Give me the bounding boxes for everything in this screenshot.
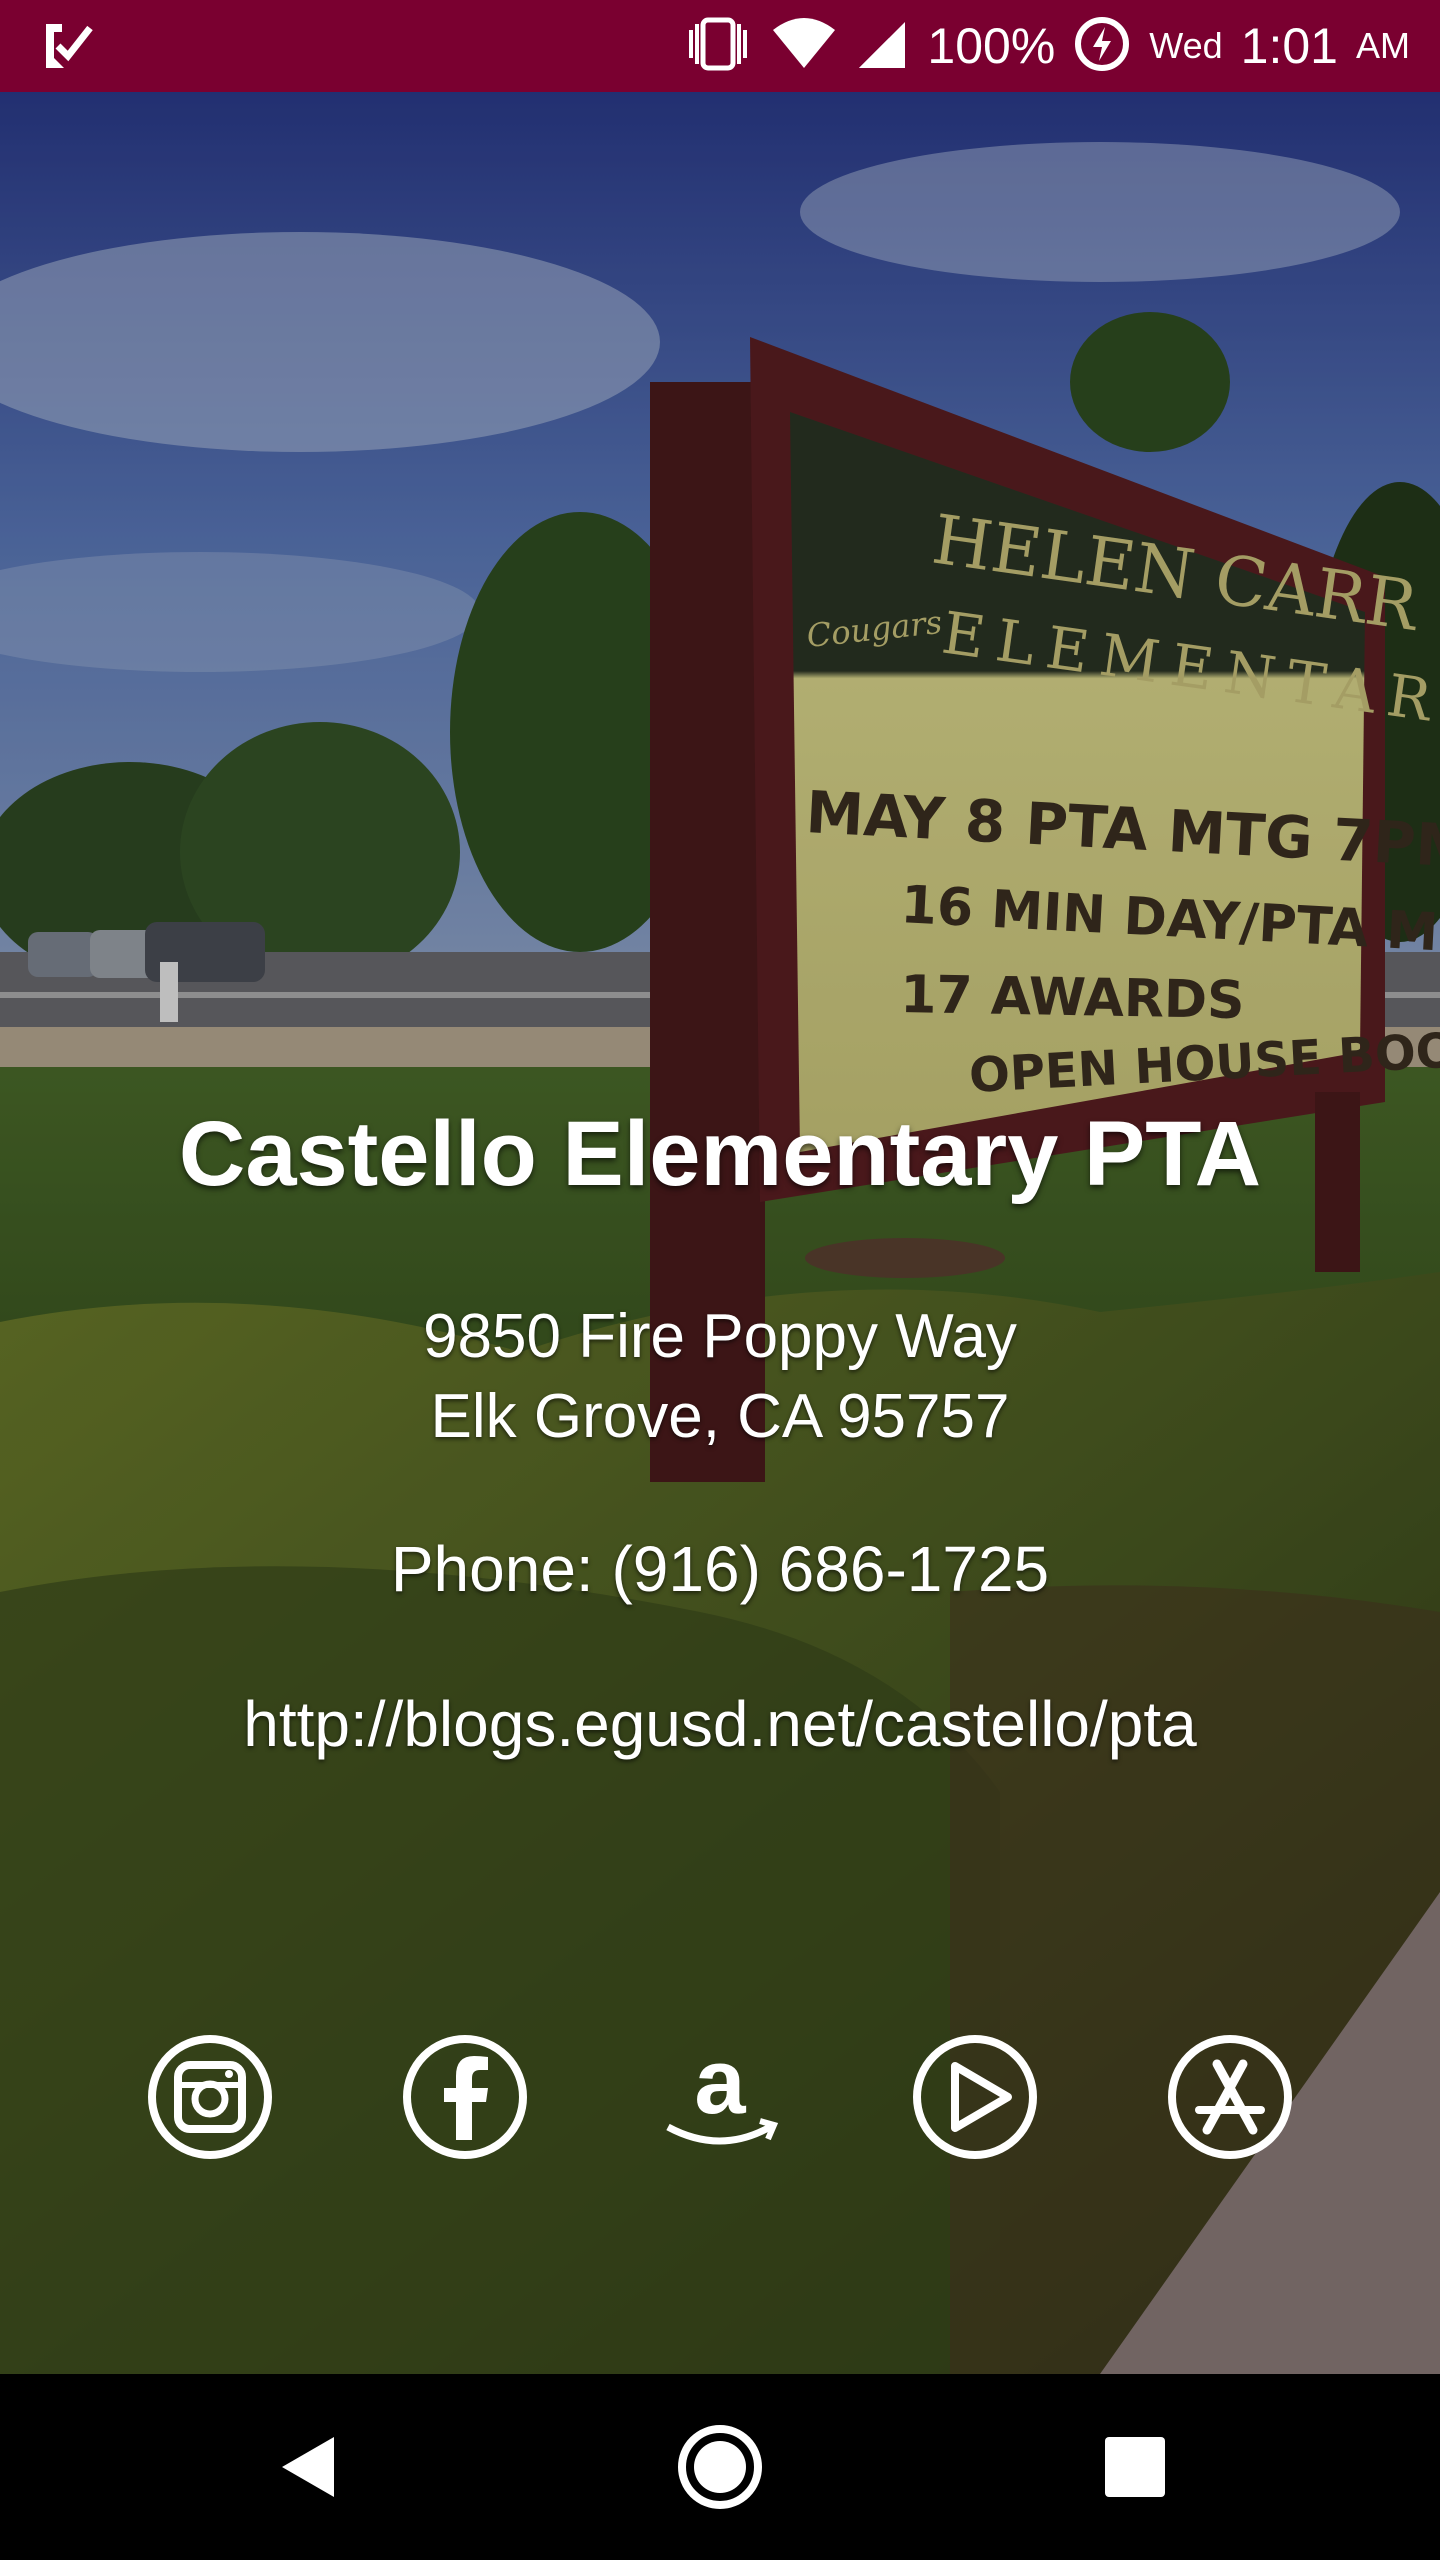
back-icon [282, 2437, 334, 2497]
svg-text:a: a [694, 2031, 746, 2133]
phone-number[interactable]: Phone: (916) 686-1725 [0, 1532, 1440, 1606]
page-title: Castello Elementary PTA [178, 1103, 1262, 1205]
back-button[interactable] [210, 2374, 410, 2560]
status-bar: 100% Wed 1:01 AM [0, 0, 1440, 92]
play-icon [913, 2035, 1037, 2159]
wifi-icon [771, 16, 837, 77]
facebook-button[interactable] [385, 2017, 545, 2177]
amazon-icon: a [666, 2031, 779, 2145]
notification-check-icon [40, 18, 96, 79]
app-store-icon [1168, 2035, 1292, 2159]
instagram-icon [148, 2035, 272, 2159]
social-links: a [0, 2017, 1440, 2187]
recents-icon [1105, 2437, 1165, 2497]
status-ampm: AM [1356, 25, 1410, 66]
vibrate-icon [683, 16, 753, 77]
main-screen: HELEN CARR CASTELLO ELEMENTARY Cougars M… [0, 92, 1440, 2374]
signal-icon [855, 16, 909, 77]
app-store-button[interactable] [1150, 2017, 1310, 2177]
address: 9850 Fire Poppy Way Elk Grove, CA 95757 [0, 1297, 1440, 1457]
home-icon [678, 2425, 762, 2509]
battery-charging-icon [1073, 15, 1131, 78]
address-line2: Elk Grove, CA 95757 [430, 1382, 1010, 1451]
amazon-button[interactable]: a [640, 2017, 800, 2177]
recents-button[interactable] [1035, 2374, 1235, 2560]
website-link[interactable]: http://blogs.egusd.net/castello/pta [0, 1687, 1440, 1761]
navigation-bar [0, 2374, 1440, 2560]
instagram-button[interactable] [130, 2017, 290, 2177]
address-line1: 9850 Fire Poppy Way [423, 1302, 1017, 1371]
battery-percent: 100% [927, 18, 1056, 74]
status-day: Wed [1149, 25, 1223, 66]
play-button[interactable] [895, 2017, 1055, 2177]
home-button[interactable] [620, 2374, 820, 2560]
facebook-icon [403, 2035, 527, 2159]
status-time: 1:01 [1240, 18, 1338, 74]
